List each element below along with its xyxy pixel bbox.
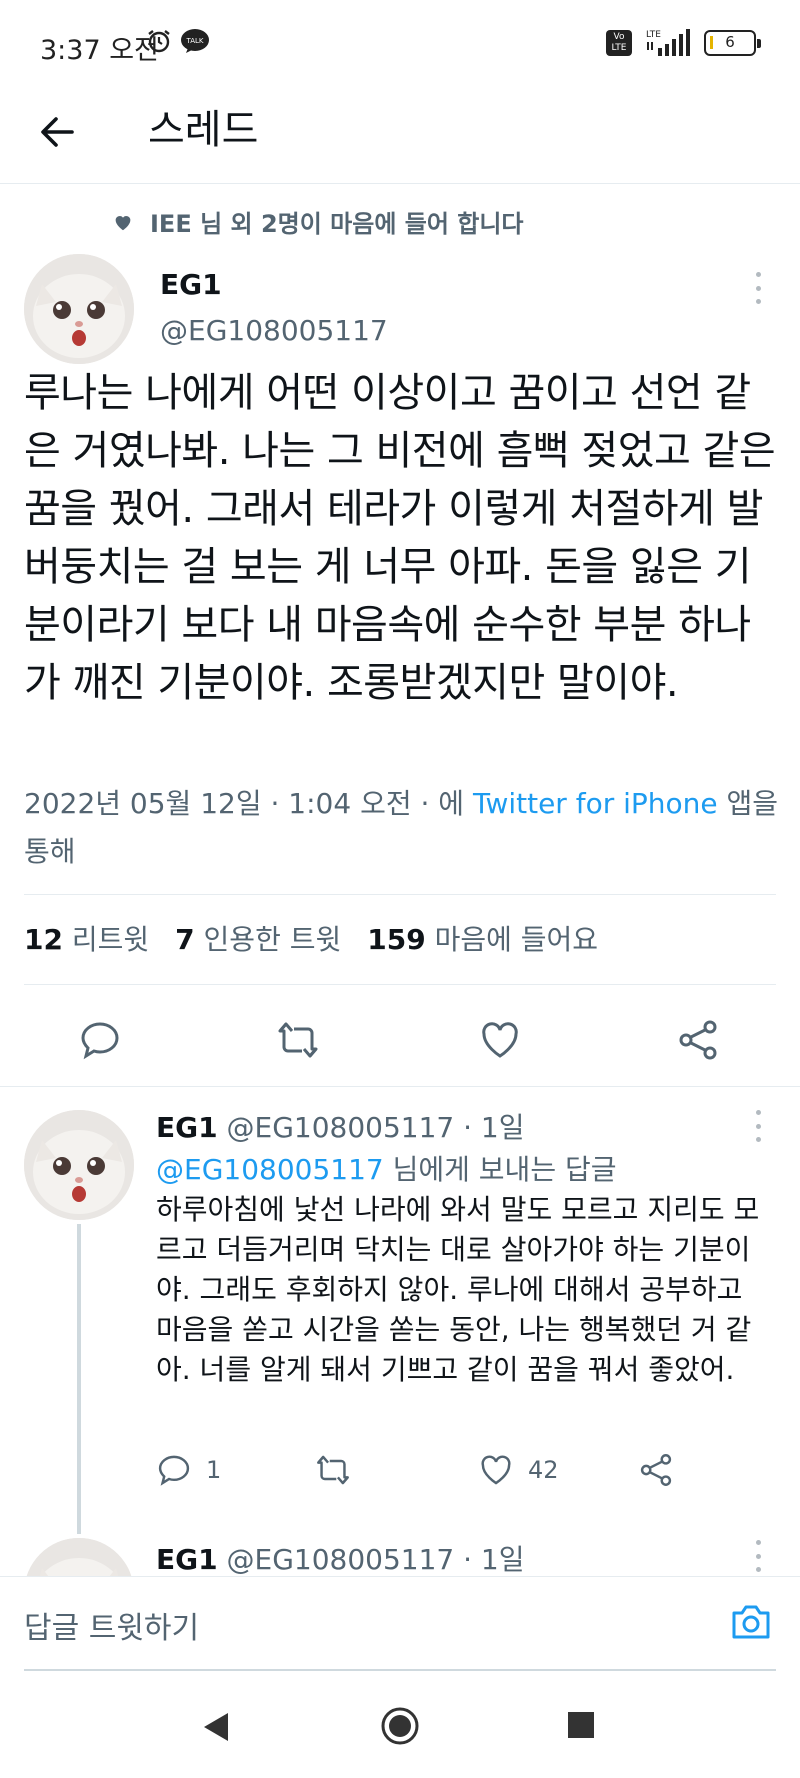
thread-connector bbox=[77, 1224, 81, 1534]
reply-more-options-icon[interactable] bbox=[748, 1110, 768, 1142]
reply-avatar[interactable] bbox=[24, 1110, 134, 1220]
tweet-date: 2022년 05월 12일 · 1:04 오전 · 에 bbox=[24, 787, 473, 820]
next-reply-more-options-icon[interactable] bbox=[748, 1540, 768, 1572]
social-context[interactable]: IEE 님 외 2명이 마음에 들어 합니다 bbox=[112, 204, 524, 239]
composer-underline bbox=[24, 1669, 776, 1671]
replying-to: @EG108005117 님에게 보내는 답글 bbox=[156, 1148, 617, 1188]
author-handle[interactable]: @EG108005117 bbox=[160, 314, 388, 347]
replying-to-suffix: 님에게 보내는 답글 bbox=[383, 1153, 617, 1186]
divider bbox=[24, 894, 776, 895]
alarm-icon bbox=[148, 30, 170, 53]
reply-reply-button[interactable]: 1 bbox=[156, 1452, 221, 1488]
retweet-icon bbox=[317, 1455, 349, 1485]
more-options-icon[interactable] bbox=[748, 272, 768, 304]
reply-age: · 1일 bbox=[463, 1111, 525, 1144]
reply-author-handle[interactable]: @EG108005117 bbox=[227, 1111, 455, 1144]
reply-icon[interactable] bbox=[78, 1018, 122, 1062]
replying-to-handle[interactable]: @EG108005117 bbox=[156, 1153, 384, 1186]
nav-recents-icon[interactable] bbox=[566, 1710, 596, 1740]
system-navigation-bar bbox=[0, 1674, 800, 1778]
kakaotalk-icon: TALK bbox=[181, 29, 209, 53]
liked-by-text: IEE 님 외 2명이 마음에 들어 합니다 bbox=[150, 210, 524, 238]
battery-icon: 6 bbox=[704, 30, 761, 56]
retweet-icon[interactable] bbox=[276, 1018, 320, 1062]
share-icon bbox=[640, 1454, 672, 1486]
likes-stat[interactable]: 159 마음에 들어요 bbox=[367, 918, 598, 958]
retweets-stat[interactable]: 12 리트윗 bbox=[24, 918, 149, 958]
status-notification-icons: TALK bbox=[146, 28, 210, 54]
svg-text:TALK: TALK bbox=[185, 37, 203, 45]
reply-composer[interactable]: 답글 트윗하기 bbox=[0, 1576, 800, 1674]
tweet-stats: 12 리트윗 7 인용한 트윗 159 마음에 들어요 bbox=[24, 918, 598, 958]
nav-back-icon[interactable] bbox=[200, 1710, 232, 1744]
reply-retweet-button[interactable] bbox=[314, 1452, 352, 1488]
camera-icon[interactable] bbox=[728, 1599, 774, 1645]
tweet-text: 루나는 나에게 어떤 이상이고 꿈이고 선언 같은 거였나봐. 나는 그 비전에… bbox=[24, 370, 776, 706]
signal-icon: LTE bbox=[646, 29, 690, 56]
status-system-icons: Vo LTE LTE 6 bbox=[606, 28, 761, 58]
reply-header[interactable]: EG1 @EG108005117 · 1일 bbox=[156, 1106, 525, 1146]
reply-count: 1 bbox=[206, 1456, 222, 1484]
status-bar: 3:37 오전 TALK Vo LTE LTE 6 bbox=[0, 0, 800, 88]
cat-avatar-icon bbox=[24, 254, 134, 364]
reply-input[interactable]: 답글 트윗하기 bbox=[24, 1603, 199, 1647]
share-icon[interactable] bbox=[676, 1018, 720, 1062]
reply-author-name[interactable]: EG1 bbox=[156, 1111, 218, 1144]
status-time: 3:37 오전 bbox=[40, 35, 159, 66]
volte-icon: Vo LTE bbox=[606, 30, 632, 56]
next-reply-author-name[interactable]: EG1 bbox=[156, 1543, 218, 1576]
tweet-meta: 2022년 05월 12일 · 1:04 오전 · 에 Twitter for … bbox=[24, 780, 784, 876]
heart-filled-icon bbox=[115, 215, 131, 230]
reply-share-button[interactable] bbox=[638, 1452, 674, 1488]
next-reply-author-handle[interactable]: @EG108005117 bbox=[227, 1543, 455, 1576]
next-reply-header[interactable]: EG1 @EG108005117 · 1일 bbox=[156, 1538, 525, 1578]
divider bbox=[24, 984, 776, 985]
avatar[interactable] bbox=[24, 254, 134, 364]
reply-icon bbox=[158, 1455, 190, 1486]
page-title: 스레드 bbox=[148, 107, 259, 153]
svg-text:LTE: LTE bbox=[646, 30, 661, 40]
tweet-actions bbox=[0, 1008, 800, 1072]
quotes-stat[interactable]: 7 인용한 트윗 bbox=[175, 918, 341, 958]
like-icon bbox=[481, 1455, 511, 1485]
next-reply-age: · 1일 bbox=[463, 1543, 525, 1576]
reply-actions: 1 42 bbox=[156, 1452, 776, 1496]
reply-like-button[interactable]: 42 bbox=[478, 1452, 559, 1488]
source-app-link[interactable]: Twitter for iPhone bbox=[473, 787, 718, 820]
section-divider bbox=[0, 1086, 800, 1087]
cat-avatar-icon bbox=[24, 1110, 134, 1220]
reply-text: 하루아침에 낯선 나라에 와서 말도 모르고 지리도 모르고 더듬거리며 닥치는… bbox=[156, 1193, 760, 1386]
nav-home-icon[interactable] bbox=[380, 1706, 420, 1746]
app-header: 스레드 bbox=[0, 88, 800, 184]
author-name[interactable]: EG1 bbox=[160, 268, 222, 301]
back-arrow-icon[interactable] bbox=[34, 108, 82, 156]
like-icon[interactable] bbox=[478, 1018, 522, 1062]
like-count: 42 bbox=[528, 1456, 559, 1484]
